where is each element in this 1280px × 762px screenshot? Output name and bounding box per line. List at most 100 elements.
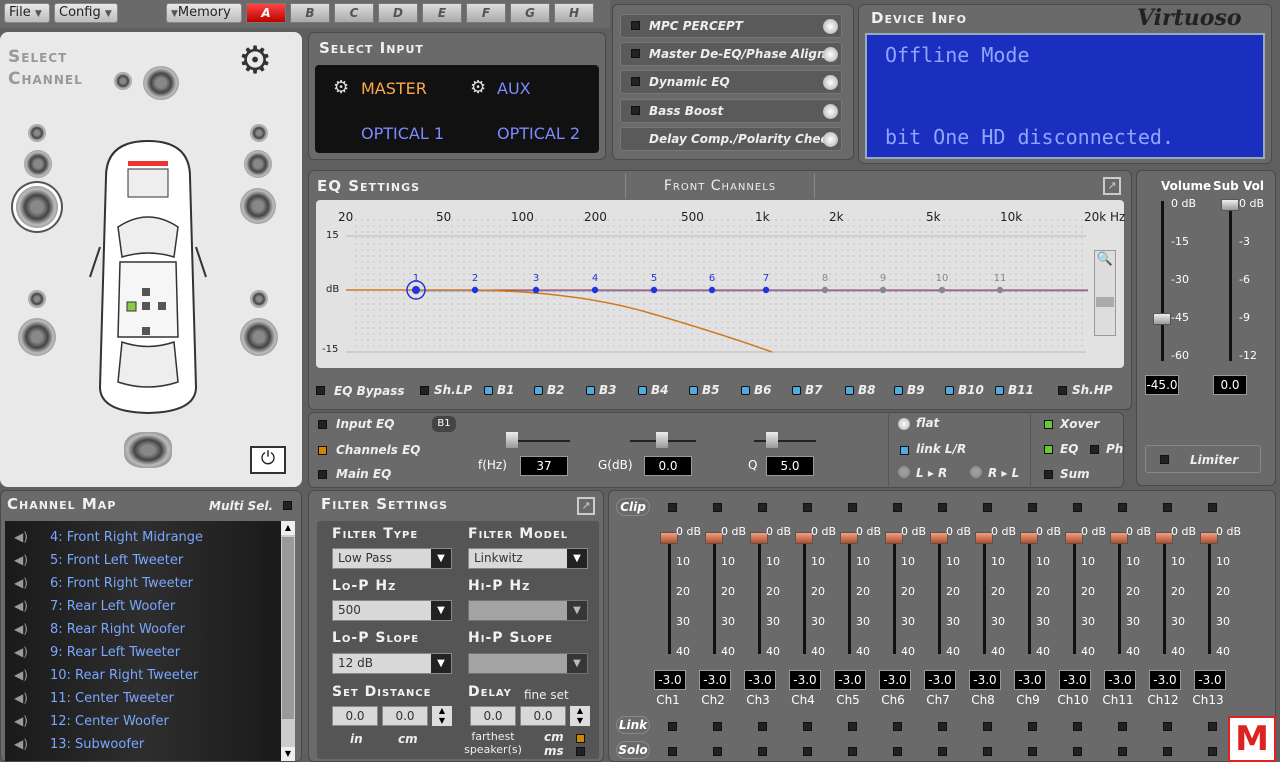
memory-tab-h[interactable]: H <box>554 3 594 23</box>
delay-fine-input[interactable]: 0.0 <box>520 706 566 726</box>
link-toggle[interactable] <box>1073 722 1082 731</box>
link-toggle[interactable] <box>893 722 902 731</box>
memory-tab-b[interactable]: B <box>290 3 330 23</box>
solo-toggle[interactable] <box>713 747 722 756</box>
checkbox[interactable] <box>631 77 640 86</box>
sub-vol-fader[interactable] <box>1221 199 1239 211</box>
xover-checkbox[interactable] <box>1044 420 1053 429</box>
solo-toggle[interactable] <box>1073 747 1082 756</box>
input-master[interactable]: MASTER <box>361 79 427 98</box>
config-menu[interactable]: Config ▼ <box>54 3 118 23</box>
memory-tab-a[interactable]: A <box>246 3 286 23</box>
channel-gain-value[interactable]: -3.0 <box>834 670 866 690</box>
channel-fader-track[interactable] <box>713 534 716 654</box>
popout-icon[interactable]: ↗ <box>577 497 595 515</box>
volume-fader[interactable] <box>1153 313 1171 325</box>
distance-spinner[interactable]: ▲ ▼ <box>432 706 452 726</box>
scroll-thumb[interactable] <box>1096 297 1114 307</box>
speaker-front-left-woofer[interactable] <box>16 186 58 228</box>
channel-map-item[interactable]: 6: Front Right Tweeter <box>50 576 193 591</box>
hip-hz-select[interactable]: ▼ <box>468 600 588 621</box>
l-to-r-radio[interactable] <box>898 466 910 478</box>
distance-in-input[interactable]: 0.0 <box>332 706 378 726</box>
band-checkbox-b8[interactable] <box>845 386 854 395</box>
speaker-rear-right-woofer[interactable] <box>240 318 278 356</box>
link-toggle[interactable] <box>1208 722 1217 731</box>
band-checkbox-b2[interactable] <box>534 386 543 395</box>
channel-map-item[interactable]: 11: Center Tweeter <box>50 691 174 706</box>
speaker-front-right-midrange[interactable] <box>244 150 272 178</box>
f-input[interactable]: 37 <box>520 456 568 476</box>
option-mpc-percept[interactable]: MPC PERCEPT <box>620 14 842 38</box>
speaker-front-right-woofer[interactable] <box>240 188 276 224</box>
lop-slope-select[interactable]: 12 dB ▼ <box>332 653 452 674</box>
eq-point-11[interactable] <box>996 286 1004 294</box>
shlp-checkbox[interactable] <box>420 386 429 395</box>
f-slider-knob[interactable] <box>506 432 518 448</box>
memory-tab-e[interactable]: E <box>422 3 462 23</box>
channel-gain-value[interactable]: -3.0 <box>1194 670 1226 690</box>
channel-gain-value[interactable]: -3.0 <box>879 670 911 690</box>
xover-eq-checkbox[interactable] <box>1044 445 1053 454</box>
input-optical-2[interactable]: OPTICAL 2 <box>497 124 580 143</box>
solo-toggle[interactable] <box>1028 747 1037 756</box>
band-checkbox-b9[interactable] <box>894 386 903 395</box>
solo-toggle[interactable] <box>668 747 677 756</box>
channel-gain-value[interactable]: -3.0 <box>654 670 686 690</box>
channel-map-item[interactable]: 8: Rear Right Woofer <box>50 622 185 637</box>
gear-icon[interactable]: ⚙ <box>238 40 292 84</box>
speaker-front-left-tweeter[interactable] <box>28 124 46 142</box>
filter-type-select[interactable]: Low Pass ▼ <box>332 548 452 569</box>
channel-list-scrollbar[interactable]: ▲ ▼ <box>281 521 295 761</box>
band-checkbox-b10[interactable] <box>945 386 954 395</box>
sub-vol-track[interactable] <box>1229 201 1232 361</box>
eq-point-3[interactable] <box>532 286 540 294</box>
link-toggle[interactable] <box>1163 722 1172 731</box>
computer-icon[interactable]: ⏻ <box>250 446 286 474</box>
channel-map-item[interactable]: 4: Front Right Midrange <box>50 530 203 545</box>
ms-unit-toggle[interactable] <box>576 747 585 756</box>
option-master-de-eq[interactable]: Master De-EQ/Phase Align. <box>620 42 842 66</box>
band-checkbox-b11[interactable] <box>995 386 1004 395</box>
link-toggle[interactable] <box>1118 722 1127 731</box>
link-toggle[interactable] <box>668 722 677 731</box>
solo-toggle[interactable] <box>758 747 767 756</box>
eq-point-5[interactable] <box>650 286 658 294</box>
speaker-front-left-midrange[interactable] <box>24 150 52 178</box>
channel-fader-track[interactable] <box>1208 534 1211 654</box>
channel-gain-value[interactable]: -3.0 <box>1149 670 1181 690</box>
solo-toggle[interactable] <box>1208 747 1217 756</box>
channel-fader-track[interactable] <box>803 534 806 654</box>
delay-spinner[interactable]: ▲ ▼ <box>570 706 590 726</box>
link-toggle[interactable] <box>803 722 812 731</box>
solo-toggle[interactable] <box>983 747 992 756</box>
popout-icon[interactable]: ↗ <box>1103 177 1121 195</box>
link-toggle[interactable] <box>938 722 947 731</box>
solo-toggle[interactable] <box>848 747 857 756</box>
checkbox[interactable] <box>631 21 640 30</box>
multi-select-checkbox[interactable] <box>283 501 292 510</box>
zoom-icon[interactable]: 🔍 <box>1096 252 1114 272</box>
speaker-front-right-tweeter[interactable] <box>250 124 268 142</box>
channel-fader-track[interactable] <box>668 534 671 654</box>
q-input[interactable]: 5.0 <box>766 456 814 476</box>
channel-map-item[interactable]: 12: Center Woofer <box>50 714 169 729</box>
link-toggle[interactable] <box>713 722 722 731</box>
eq-bypass-checkbox[interactable] <box>316 386 325 395</box>
f-slider-track[interactable] <box>510 440 570 442</box>
channel-fader-track[interactable] <box>848 534 851 654</box>
distance-cm-input[interactable]: 0.0 <box>382 706 428 726</box>
eq-graph[interactable]: 1 2 3 4 5 6 7 8 9 10 11 🔍 <box>316 200 1124 368</box>
memory-tab-g[interactable]: G <box>510 3 550 23</box>
ph-checkbox[interactable] <box>1090 445 1099 454</box>
r-to-l-radio[interactable] <box>970 466 982 478</box>
flat-radio[interactable] <box>898 418 910 430</box>
input-aux[interactable]: AUX <box>497 79 531 98</box>
band-checkbox-b4[interactable] <box>638 386 647 395</box>
speaker-rear-left-woofer[interactable] <box>18 318 56 356</box>
eq-point-8[interactable] <box>821 286 829 294</box>
channel-fader-track[interactable] <box>938 534 941 654</box>
cm-unit-toggle[interactable] <box>576 734 585 743</box>
solo-toggle[interactable] <box>938 747 947 756</box>
shhp-checkbox[interactable] <box>1058 386 1067 395</box>
